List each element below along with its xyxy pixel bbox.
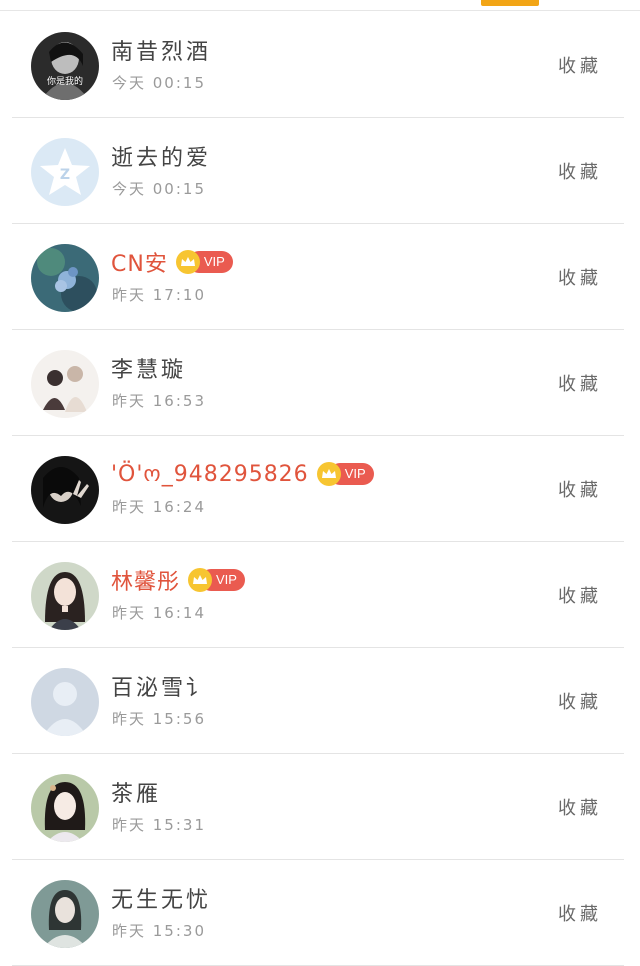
list-item[interactable]: 林馨彤 VIP 昨天 16:14 收藏 [12,542,624,648]
list-item[interactable]: 你是我的 南昔烈酒 今天 00:15 收藏 [12,12,624,118]
collect-button[interactable]: 收藏 [558,264,602,290]
list-item[interactable]: 无生无忧 昨天 15:30 收藏 [12,860,624,966]
default-user-avatar[interactable] [31,668,99,736]
list-item[interactable]: 茶雁 昨天 15:31 收藏 [12,754,624,860]
qzone-star-avatar[interactable]: Z [31,138,99,206]
crown-icon [188,568,213,592]
contact-time: 昨天 16:14 [112,604,206,622]
contact-name: 李慧璇 [111,358,187,383]
crown-icon [175,250,200,274]
list-item[interactable]: 李慧璇 昨天 16:53 收藏 [12,330,624,436]
contact-name: 无生无忧 [111,888,212,913]
costume-girl-avatar[interactable] [31,774,99,842]
list-item[interactable]: CN安 VIP 昨天 17:10 收藏 [12,224,624,330]
contact-time: 昨天 15:56 [112,710,206,728]
contact-time: 昨天 15:30 [112,922,206,940]
girl-portrait-avatar[interactable] [31,562,99,630]
top-tab-bar [0,0,640,11]
contact-list: 你是我的 南昔烈酒 今天 00:15 收藏 Z 逝去的爱 今天 00:15 收藏 [0,12,640,966]
couple-illustration-avatar[interactable] [31,350,99,418]
contact-time: 今天 00:15 [112,74,206,92]
contact-time: 昨天 16:24 [112,498,206,516]
blue-flower-avatar[interactable] [31,244,99,312]
collect-button[interactable]: 收藏 [558,476,602,502]
svg-text:你是我的: 你是我的 [47,75,83,87]
collect-button[interactable]: 收藏 [558,794,602,820]
collect-button[interactable]: 收藏 [558,52,602,78]
collect-button[interactable]: 收藏 [558,158,602,184]
contact-name: 'Ö'ო_948295826 [111,461,309,487]
contact-name: 百泌雪讠 [111,676,212,701]
collect-button[interactable]: 收藏 [558,370,602,396]
contact-time: 昨天 17:10 [112,286,206,304]
list-item[interactable]: 'Ö'ო_948295826 VIP 昨天 16:24 收藏 [12,436,624,542]
contact-time: 昨天 16:53 [112,392,206,410]
crown-icon [316,462,341,486]
dark-portrait-avatar[interactable]: 你是我的 [31,32,99,100]
active-tab-indicator [481,0,539,6]
contact-name: 南昔烈酒 [111,40,212,65]
contact-name: CN安 [111,252,168,277]
collect-button[interactable]: 收藏 [558,688,602,714]
contact-name: 逝去的爱 [111,146,212,171]
list-item[interactable]: Z 逝去的爱 今天 00:15 收藏 [12,118,624,224]
contact-time: 今天 00:15 [112,180,206,198]
ancient-costume-avatar[interactable] [31,880,99,948]
contact-time: 昨天 15:31 [112,816,206,834]
collect-button[interactable]: 收藏 [558,582,602,608]
contact-name: 林馨彤 [111,570,181,595]
contact-name: 茶雁 [111,782,162,807]
list-item[interactable]: 百泌雪讠 昨天 15:56 收藏 [12,648,624,754]
collect-button[interactable]: 收藏 [558,900,602,926]
svg-text:Z: Z [60,167,70,183]
dark-selfie-avatar[interactable] [31,456,99,524]
